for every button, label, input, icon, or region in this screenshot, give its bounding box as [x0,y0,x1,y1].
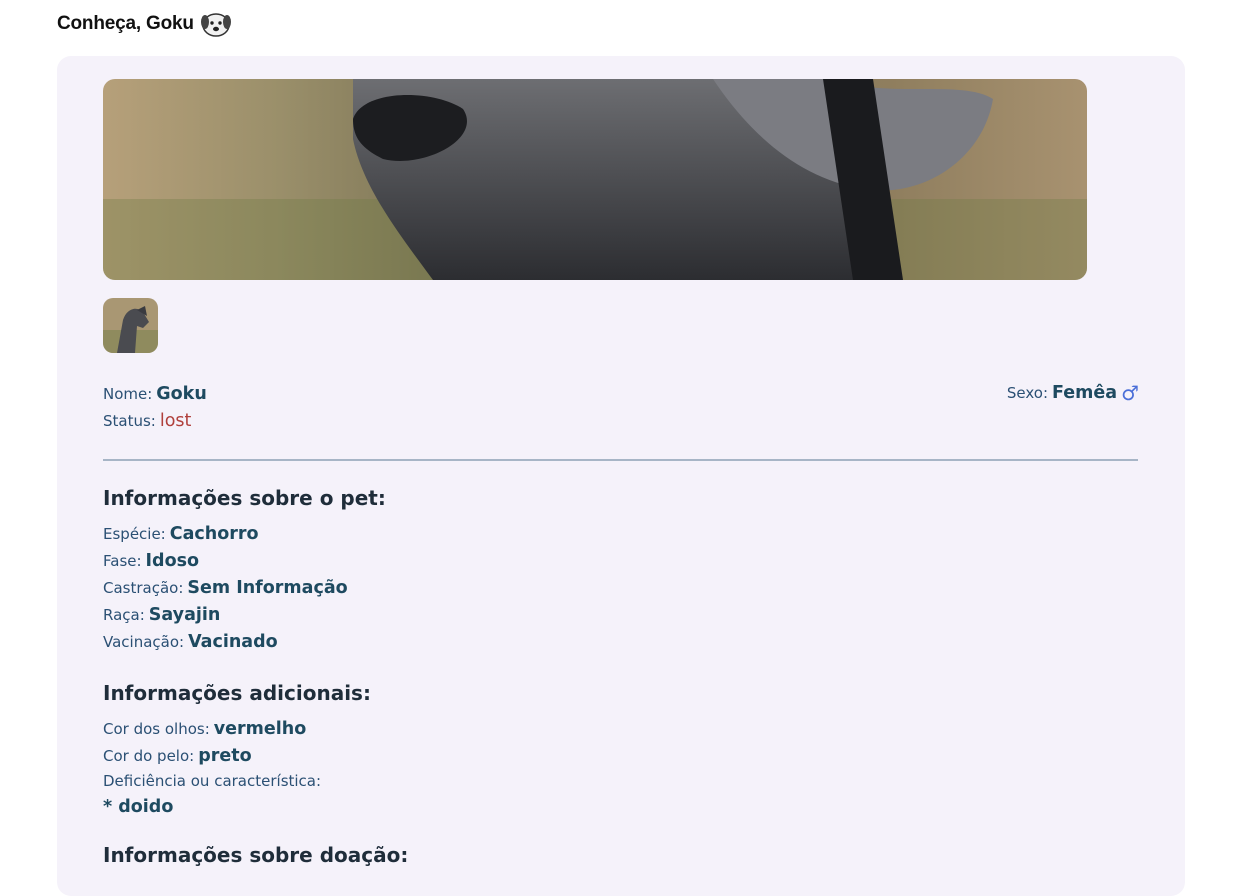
raca-value: Sayajin [148,605,221,625]
pet-info-heading: Informações sobre o pet: [103,486,386,510]
especie-row: Espécie: Cachorro [103,524,259,544]
deficiencia-row: Deficiência ou característica: [103,772,321,790]
castracao-row: Castração: Sem Informação [103,578,348,598]
deficiencia-value: * doido [103,797,174,817]
status-label: Status: [103,412,156,430]
page-title: Conheça, Goku [57,10,232,38]
sex-value: Femêa [1052,383,1118,403]
pet-details-card: Nome: Goku Status: lost Sexo: Femêa ♂ In… [57,56,1185,896]
pet-sex-row: Sexo: Femêa ♂ [1007,383,1139,403]
vacinacao-label: Vacinação: [103,633,185,651]
pelo-row: Cor do pelo: preto [103,746,252,766]
name-value: Goku [156,384,207,404]
pelo-label: Cor do pelo: [103,747,195,765]
raca-label: Raça: [103,606,145,624]
vacinacao-row: Vacinação: Vacinado [103,632,278,652]
fase-row: Fase: Idoso [103,551,199,571]
olhos-row: Cor dos olhos: vermelho [103,719,306,739]
deficiencia-label: Deficiência ou característica: [103,772,322,790]
page-title-text: Conheça, Goku [57,13,194,34]
dog-face-icon [200,13,231,37]
pet-photo-thumbnail[interactable] [103,298,158,353]
vacinacao-value: Vacinado [188,632,278,652]
fase-value: Idoso [145,551,200,571]
sex-label: Sexo: [1006,384,1049,402]
male-symbol-icon: ♂ [1121,381,1139,405]
name-label: Nome: [103,385,153,403]
especie-value: Cachorro [169,524,259,544]
raca-row: Raça: Sayajin [103,605,220,625]
pet-photo-main [103,79,1087,280]
section-divider [103,459,1138,461]
extra-info-heading: Informações adicionais: [103,681,371,705]
especie-label: Espécie: [103,525,166,543]
donation-info-heading: Informações sobre doação: [103,843,409,867]
olhos-label: Cor dos olhos: [103,720,210,738]
status-value: lost [159,411,192,431]
castracao-label: Castração: [103,579,184,597]
pet-name-row: Nome: Goku [103,384,207,404]
castracao-value: Sem Informação [187,578,348,598]
fase-label: Fase: [103,552,142,570]
pelo-value: preto [198,746,252,766]
pet-status-row: Status: lost [103,411,191,431]
olhos-value: vermelho [213,719,307,739]
